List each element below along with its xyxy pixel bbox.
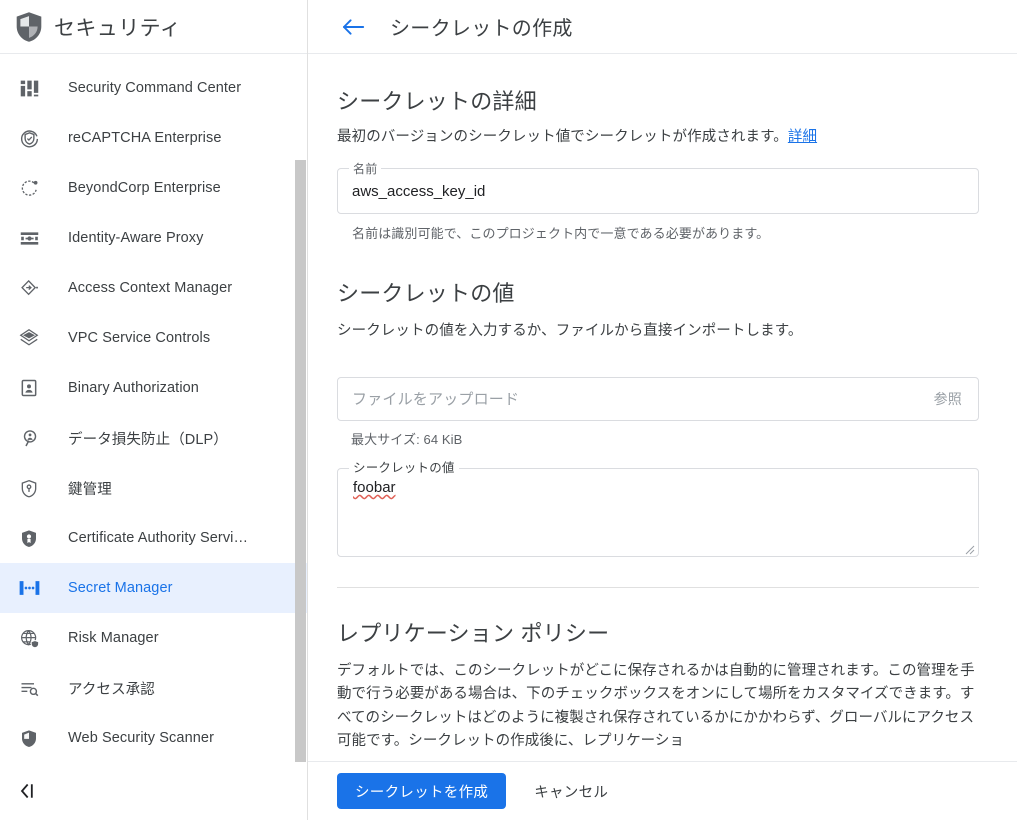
textarea-resize-handle[interactable] bbox=[963, 542, 975, 555]
browse-button[interactable]: 参照 bbox=[934, 389, 962, 409]
create-secret-button[interactable]: シークレットを作成 bbox=[337, 773, 507, 809]
sidebar-item-label: Certificate Authority Servi… bbox=[68, 530, 249, 546]
sidebar-item-binary-authorization[interactable]: Binary Authorization bbox=[0, 363, 307, 413]
sidebar-item-label: Access Context Manager bbox=[68, 280, 233, 296]
secret-name-input[interactable] bbox=[352, 182, 964, 200]
secret-details-description-text: 最初のバージョンのシークレット値でシークレットが作成されます。 bbox=[337, 129, 788, 145]
sidebar-item-label: アクセス承認 bbox=[68, 681, 155, 698]
recaptcha-shield-icon bbox=[14, 124, 44, 152]
certificate-shield-icon bbox=[14, 524, 44, 552]
main-body: シークレットの詳細 最初のバージョンのシークレット値でシークレットが作成されます… bbox=[308, 54, 1017, 762]
secret-value-heading: シークレットの値 bbox=[337, 281, 515, 307]
sidebar-item-label: 鍵管理 bbox=[68, 481, 112, 498]
sidebar-item-label: Binary Authorization bbox=[68, 380, 199, 396]
sidebar-item-access-context-manager[interactable]: Access Context Manager bbox=[0, 263, 307, 313]
magnifier-person-icon bbox=[14, 424, 44, 452]
sidebar-scrollbar-track[interactable] bbox=[295, 108, 307, 762]
secret-brackets-icon bbox=[14, 574, 44, 602]
secret-name-field[interactable]: 名前 bbox=[337, 162, 979, 215]
sidebar-item-label: データ損失防止（DLP） bbox=[68, 431, 228, 448]
sidebar-item-label: reCAPTCHA Enterprise bbox=[68, 130, 222, 146]
sidebar-item-secret-manager[interactable]: Secret Manager bbox=[0, 563, 307, 613]
sidebar-item-label: Security Command Center bbox=[68, 80, 242, 96]
sidebar-item-vpc-service-controls[interactable]: VPC Service Controls bbox=[0, 313, 307, 363]
globe-shield-icon bbox=[14, 624, 44, 652]
replication-policy-heading: レプリケーション ポリシー bbox=[337, 620, 610, 646]
sidebar-item-key-management[interactable]: 鍵管理 bbox=[0, 463, 307, 513]
sidebar-item-recaptcha-enterprise[interactable]: reCAPTCHA Enterprise bbox=[0, 113, 307, 163]
sidebar-item-label: VPC Service Controls bbox=[68, 330, 211, 346]
collapse-panel-icon[interactable] bbox=[18, 782, 38, 800]
sidebar-item-label: Web Security Scanner bbox=[68, 730, 214, 746]
sidebar-item-security-command-center[interactable]: Security Command Center bbox=[0, 63, 307, 113]
sidebar-item-access-approval[interactable]: アクセス承認 bbox=[0, 663, 307, 713]
file-upload-placeholder: ファイルをアップロード bbox=[352, 391, 520, 409]
shield-solid-icon bbox=[14, 724, 44, 752]
learn-more-link[interactable]: 詳細 bbox=[788, 129, 817, 145]
sidebar-item-certificate-authority-service[interactable]: Certificate Authority Servi… bbox=[0, 513, 307, 563]
secret-value-input[interactable]: foobar bbox=[353, 479, 396, 496]
file-upload-field[interactable]: ファイルをアップロード 参照 bbox=[337, 376, 979, 421]
cancel-button[interactable]: キャンセル bbox=[520, 773, 622, 809]
sidebar-item-web-security-scanner[interactable]: Web Security Scanner bbox=[0, 713, 307, 762]
sidebar: セキュリティ Security Command Center reCAPTCHA… bbox=[0, 0, 308, 820]
sidebar-header: セキュリティ bbox=[0, 0, 307, 54]
sidebar-item-dlp[interactable]: データ損失防止（DLP） bbox=[0, 413, 307, 463]
main-header: シークレットの作成 bbox=[308, 0, 1017, 54]
app-root: セキュリティ Security Command Center reCAPTCHA… bbox=[0, 0, 1017, 820]
secret-value-description: シークレットの値を入力するか、ファイルから直接インポートします。 bbox=[337, 323, 803, 340]
secret-value-textarea-wrapper[interactable]: シークレットの値 foobar bbox=[337, 460, 979, 557]
sidebar-item-label: BeyondCorp Enterprise bbox=[68, 180, 221, 196]
sidebar-nav: Security Command Center reCAPTCHA Enterp… bbox=[0, 54, 307, 762]
dashboard-icon bbox=[14, 74, 44, 102]
layers-diamond-icon bbox=[14, 324, 44, 352]
iap-icon bbox=[14, 224, 44, 252]
sidebar-item-label: Risk Manager bbox=[68, 630, 159, 646]
badge-person-icon bbox=[14, 374, 44, 402]
replication-policy-body: デフォルトでは、このシークレットがどこに保存されるかは自動的に管理されます。この… bbox=[337, 662, 975, 750]
section-divider bbox=[337, 586, 979, 588]
diamond-arrow-icon bbox=[14, 274, 44, 302]
secret-name-label: 名前 bbox=[349, 162, 382, 177]
sidebar-item-identity-aware-proxy[interactable]: Identity-Aware Proxy bbox=[0, 213, 307, 263]
secret-details-heading: シークレットの詳細 bbox=[337, 89, 537, 114]
list-search-icon bbox=[14, 674, 44, 702]
secret-details-description: 最初のバージョンのシークレット値でシークレットが作成されます。詳細 bbox=[337, 126, 985, 148]
arrow-back-icon[interactable] bbox=[336, 10, 370, 44]
main-footer: シークレットを作成 キャンセル bbox=[308, 762, 1017, 820]
page-title: シークレットの作成 bbox=[390, 18, 573, 40]
key-shield-icon bbox=[14, 474, 44, 502]
sidebar-item-label: Identity-Aware Proxy bbox=[68, 230, 204, 246]
sidebar-footer bbox=[0, 762, 307, 820]
secret-value-label: シークレットの値 bbox=[349, 460, 459, 476]
max-size-hint: 最大サイズ: 64 KiB bbox=[351, 431, 463, 447]
shield-icon bbox=[12, 10, 46, 44]
sidebar-item-beyondcorp-enterprise[interactable]: BeyondCorp Enterprise bbox=[0, 163, 307, 213]
sidebar-title: セキュリティ bbox=[54, 16, 182, 40]
sidebar-item-label: Secret Manager bbox=[68, 580, 173, 596]
main-panel: シークレットの作成 シークレットの詳細 最初のバージョンのシークレット値でシーク… bbox=[308, 0, 1017, 820]
sidebar-scrollbar-thumb[interactable] bbox=[295, 160, 306, 762]
secret-name-hint: 名前は識別可能で、このプロジェクト内で一意である必要があります。 bbox=[352, 226, 770, 242]
sidebar-item-risk-manager[interactable]: Risk Manager bbox=[0, 613, 307, 663]
beyondcorp-circle-icon bbox=[14, 174, 44, 202]
